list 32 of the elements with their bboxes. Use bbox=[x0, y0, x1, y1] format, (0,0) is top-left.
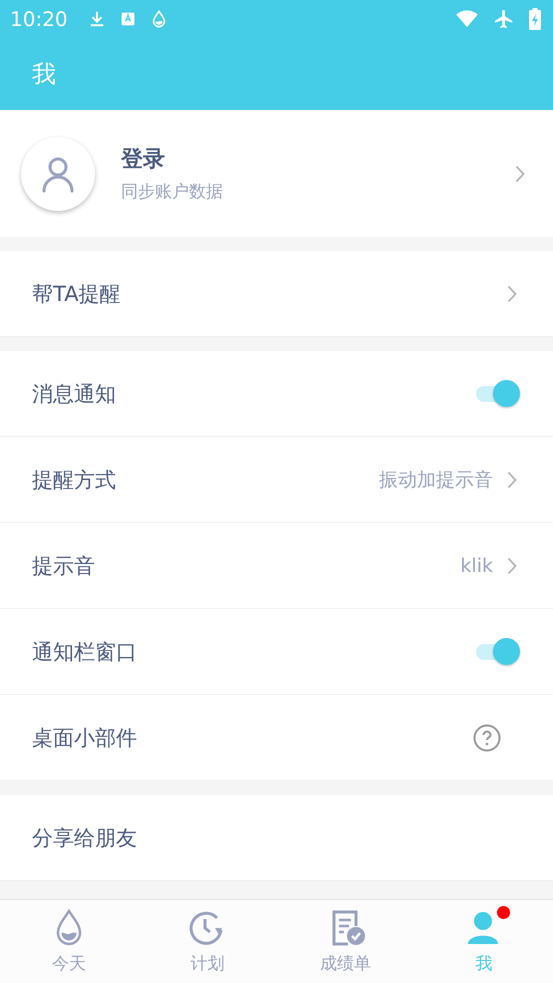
chevron-icon bbox=[507, 284, 517, 302]
row-label: 通知栏窗口 bbox=[32, 638, 138, 666]
battery-icon bbox=[529, 8, 541, 30]
wifi-icon bbox=[455, 10, 479, 28]
row-label: 桌面小部件 bbox=[32, 724, 138, 752]
chevron-icon bbox=[507, 470, 517, 488]
settings-row[interactable]: 提示音 klik bbox=[0, 523, 553, 609]
settings-row[interactable]: 通知栏窗口 bbox=[0, 609, 553, 695]
settings-row[interactable]: 消息通知 bbox=[0, 351, 553, 437]
row-value: klik bbox=[460, 554, 493, 576]
help-icon[interactable] bbox=[473, 724, 501, 752]
avatar-icon bbox=[21, 136, 95, 210]
login-subtitle: 同步账户数据 bbox=[121, 181, 224, 203]
download-icon bbox=[88, 10, 106, 28]
row-label: 提醒方式 bbox=[32, 466, 117, 494]
login-title: 登录 bbox=[121, 146, 166, 174]
row-label: 帮TA提醒 bbox=[32, 280, 122, 308]
settings-row[interactable]: 分享给朋友 bbox=[0, 795, 553, 881]
row-value: 振动加提示音 bbox=[379, 468, 493, 492]
page-title: 我 bbox=[32, 59, 56, 90]
status-time: 10:20 bbox=[10, 7, 68, 31]
row-label: 提示音 bbox=[32, 552, 96, 580]
row-label: 分享给朋友 bbox=[32, 824, 138, 852]
keyboard-icon bbox=[120, 11, 136, 27]
row-label: 消息通知 bbox=[32, 380, 117, 408]
settings-row[interactable]: 桌面小部件 bbox=[0, 695, 553, 781]
airplane-icon bbox=[493, 8, 515, 30]
chevron-icon bbox=[515, 164, 525, 182]
settings-row[interactable]: 帮TA提醒 bbox=[0, 251, 553, 337]
chevron-icon bbox=[507, 556, 517, 574]
login-row[interactable]: 登录 同步账户数据 bbox=[0, 110, 553, 237]
settings-row[interactable]: 提醒方式 振动加提示音 bbox=[0, 437, 553, 523]
